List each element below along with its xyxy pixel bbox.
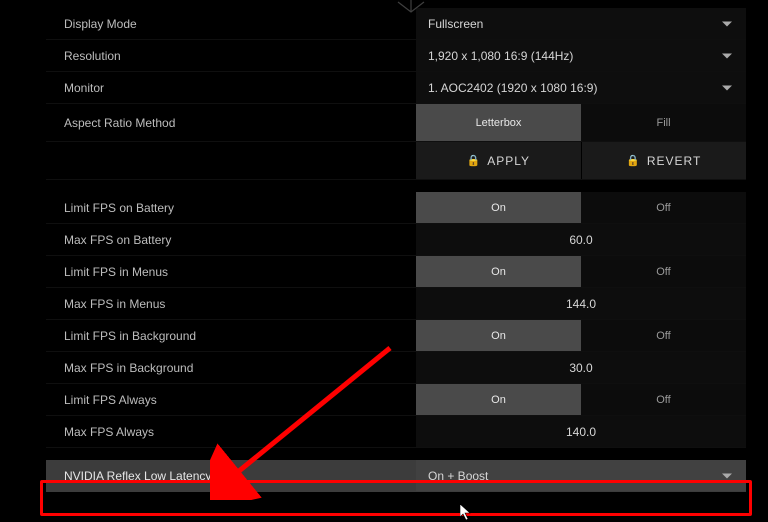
row-monitor: Monitor 1. AOC2402 (1920 x 1080 16:9) (46, 72, 746, 104)
chevron-down-icon (722, 473, 732, 478)
toggle-limit-fps-always-off[interactable]: Off (581, 384, 746, 415)
toggle-limit-fps-menus-off[interactable]: Off (581, 256, 746, 287)
row-max-fps-always: Max FPS Always 140.0 (46, 416, 746, 448)
label-aspect-ratio: Aspect Ratio Method (46, 116, 416, 130)
mouse-cursor-icon (460, 504, 472, 520)
apply-button[interactable]: 🔒 APPLY (416, 142, 581, 179)
toggle-limit-fps-bg-on[interactable]: On (416, 320, 581, 351)
toggle-aspect-fill[interactable]: Fill (581, 104, 746, 141)
row-display-mode: Display Mode Fullscreen (46, 8, 746, 40)
revert-label: REVERT (647, 154, 701, 168)
label-resolution: Resolution (46, 49, 416, 63)
dropdown-resolution[interactable]: 1,920 x 1,080 16:9 (144Hz) (416, 40, 746, 71)
value-nvidia-reflex: On + Boost (428, 469, 488, 483)
lock-icon: 🔒 (626, 154, 641, 167)
row-resolution: Resolution 1,920 x 1,080 16:9 (144Hz) (46, 40, 746, 72)
toggle-limit-fps-bg-off[interactable]: Off (581, 320, 746, 351)
toggle-limit-fps-battery-on[interactable]: On (416, 192, 581, 223)
lock-icon: 🔒 (466, 154, 481, 167)
toggle-limit-fps-menus-on[interactable]: On (416, 256, 581, 287)
label-nvidia-reflex: NVIDIA Reflex Low Latency (46, 469, 416, 483)
value-resolution: 1,920 x 1,080 16:9 (144Hz) (428, 49, 573, 63)
chevron-down-icon (722, 53, 732, 58)
row-limit-fps-always: Limit FPS Always On Off (46, 384, 746, 416)
label-limit-fps-bg: Limit FPS in Background (46, 329, 416, 343)
value-monitor: 1. AOC2402 (1920 x 1080 16:9) (428, 81, 597, 95)
dropdown-monitor[interactable]: 1. AOC2402 (1920 x 1080 16:9) (416, 72, 746, 103)
row-aspect-ratio: Aspect Ratio Method Letterbox Fill (46, 104, 746, 142)
value-display-mode: Fullscreen (428, 17, 483, 31)
dropdown-display-mode[interactable]: Fullscreen (416, 8, 746, 39)
value-max-fps-menus[interactable]: 144.0 (416, 288, 746, 319)
row-limit-fps-menus: Limit FPS in Menus On Off (46, 256, 746, 288)
chevron-down-icon (722, 21, 732, 26)
video-settings-panel: Display Mode Fullscreen Resolution 1,920… (46, 0, 746, 492)
row-nvidia-reflex: NVIDIA Reflex Low Latency On + Boost (46, 460, 746, 492)
label-limit-fps-battery: Limit FPS on Battery (46, 201, 416, 215)
row-limit-fps-bg: Limit FPS in Background On Off (46, 320, 746, 352)
label-limit-fps-menus: Limit FPS in Menus (46, 265, 416, 279)
toggle-limit-fps-always-on[interactable]: On (416, 384, 581, 415)
label-max-fps-menus: Max FPS in Menus (46, 297, 416, 311)
label-limit-fps-always: Limit FPS Always (46, 393, 416, 407)
row-max-fps-bg: Max FPS in Background 30.0 (46, 352, 746, 384)
toggle-limit-fps-battery-off[interactable]: Off (581, 192, 746, 223)
value-max-fps-battery[interactable]: 60.0 (416, 224, 746, 255)
toggle-aspect-letterbox[interactable]: Letterbox (416, 104, 581, 141)
label-max-fps-bg: Max FPS in Background (46, 361, 416, 375)
chevron-down-icon (722, 85, 732, 90)
row-max-fps-menus: Max FPS in Menus 144.0 (46, 288, 746, 320)
dropdown-nvidia-reflex[interactable]: On + Boost (416, 460, 746, 491)
row-apply-revert: 🔒 APPLY 🔒 REVERT (46, 142, 746, 180)
label-max-fps-battery: Max FPS on Battery (46, 233, 416, 247)
row-limit-fps-battery: Limit FPS on Battery On Off (46, 192, 746, 224)
value-max-fps-always[interactable]: 140.0 (416, 416, 746, 447)
label-display-mode: Display Mode (46, 17, 416, 31)
revert-button[interactable]: 🔒 REVERT (581, 142, 747, 179)
value-max-fps-bg[interactable]: 30.0 (416, 352, 746, 383)
label-monitor: Monitor (46, 81, 416, 95)
label-max-fps-always: Max FPS Always (46, 425, 416, 439)
apply-label: APPLY (487, 154, 530, 168)
row-max-fps-battery: Max FPS on Battery 60.0 (46, 224, 746, 256)
